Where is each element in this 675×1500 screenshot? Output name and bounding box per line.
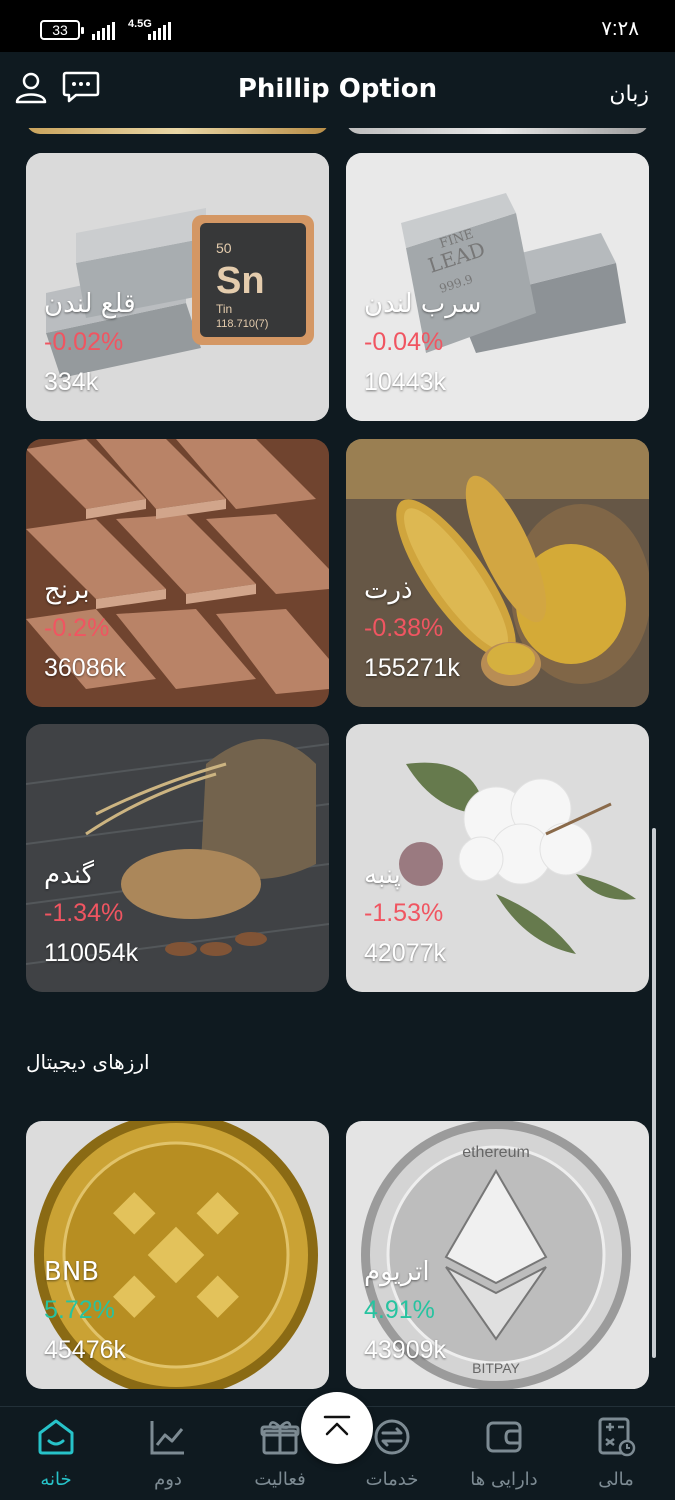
wallet-icon: [486, 1421, 522, 1453]
commodity-card-cotton[interactable]: پنبه -1.53% 42077k: [346, 724, 649, 992]
card-volume: 334k: [44, 368, 99, 396]
card-volume: 45476k: [44, 1336, 127, 1364]
card-change: -1.34%: [44, 899, 124, 927]
nav-item-assets[interactable]: دارایی ها: [448, 1407, 560, 1500]
card-partial-left[interactable]: [26, 128, 329, 134]
nav-item-finance[interactable]: مالی: [560, 1407, 672, 1500]
card-change: -0.04%: [364, 328, 444, 356]
commodity-card-lead[interactable]: FINE LEAD 999.9 سرب لندن -0.04% 10443k: [346, 153, 649, 421]
card-change: -0.38%: [364, 614, 444, 642]
signal-icon-2: [148, 20, 171, 40]
card-name: ذرت: [364, 575, 413, 605]
card-name: قلع لندن: [44, 289, 136, 319]
scrollbar[interactable]: [652, 828, 656, 1358]
svg-text:ethereum: ethereum: [462, 1144, 530, 1161]
chevron-up-icon: [323, 1415, 351, 1436]
nav-label: دوم: [154, 1469, 182, 1490]
battery-indicator: 33: [40, 20, 84, 40]
card-volume: 43909k: [364, 1336, 447, 1364]
card-name: اتریوم: [364, 1257, 430, 1287]
card-name: گندم: [44, 860, 94, 890]
card-name: سرب لندن: [364, 289, 482, 319]
exchange-icon: [374, 1419, 410, 1455]
card-change: 4.91%: [364, 1296, 435, 1324]
commodity-card-corn[interactable]: ذرت -0.38% 155271k: [346, 439, 649, 707]
language-button[interactable]: زبان: [609, 82, 649, 107]
signal-icon: [92, 20, 115, 40]
nav-label: مالی: [598, 1469, 634, 1490]
calculator-icon: [598, 1417, 636, 1457]
card-volume: 155271k: [364, 654, 460, 682]
card-change: -0.2%: [44, 614, 110, 642]
nav-label: خانه: [40, 1469, 72, 1490]
card-name: پنبه: [364, 860, 401, 890]
card-partial-right[interactable]: [346, 128, 649, 134]
scroll-to-top-button[interactable]: [301, 1392, 373, 1464]
app-title: Phillip Option: [237, 74, 438, 104]
section-title-crypto: ارزهای دیجیتال: [26, 1050, 150, 1074]
card-name: BNB: [44, 1257, 100, 1287]
card-volume: 110054k: [44, 939, 139, 967]
app-header: Phillip Option زبان: [0, 52, 675, 128]
crypto-card-bnb[interactable]: BNB 5.72% 45476k: [26, 1121, 329, 1389]
commodity-card-wheat[interactable]: گندم -1.34% 110054k: [26, 724, 329, 992]
card-volume: 42077k: [364, 939, 447, 967]
commodity-card-brass[interactable]: برنج -0.2% 36086k: [26, 439, 329, 707]
gift-icon: [260, 1421, 300, 1455]
nav-item-home[interactable]: خانه: [0, 1407, 112, 1500]
chart-icon: [150, 1421, 184, 1455]
card-volume: 36086k: [44, 654, 127, 682]
crypto-card-ethereum[interactable]: ethereum BITPAY اتریوم 4.91% 43909k: [346, 1121, 649, 1389]
nav-label: خدمات: [365, 1469, 419, 1490]
nav-item-second[interactable]: دوم: [112, 1407, 224, 1500]
clock: ۷:۲۸: [601, 18, 639, 40]
market-list[interactable]: 50 Sn Tin 118.710(7) قلع لندن -0.02% 334…: [0, 128, 675, 1406]
commodity-card-tin[interactable]: 50 Sn Tin 118.710(7) قلع لندن -0.02% 334…: [26, 153, 329, 421]
nav-label: دارایی ها: [470, 1469, 538, 1490]
card-name: برنج: [44, 575, 90, 605]
card-volume: 10443k: [364, 368, 447, 396]
card-change: -1.53%: [364, 899, 444, 927]
nav-label: فعالیت: [254, 1469, 306, 1490]
home-icon: [38, 1419, 74, 1455]
svg-text:BITPAY: BITPAY: [472, 1360, 520, 1376]
status-bar: 33 4.5G ۷:۲۸: [0, 0, 675, 52]
card-change: 5.72%: [44, 1296, 115, 1324]
card-change: -0.02%: [44, 328, 124, 356]
